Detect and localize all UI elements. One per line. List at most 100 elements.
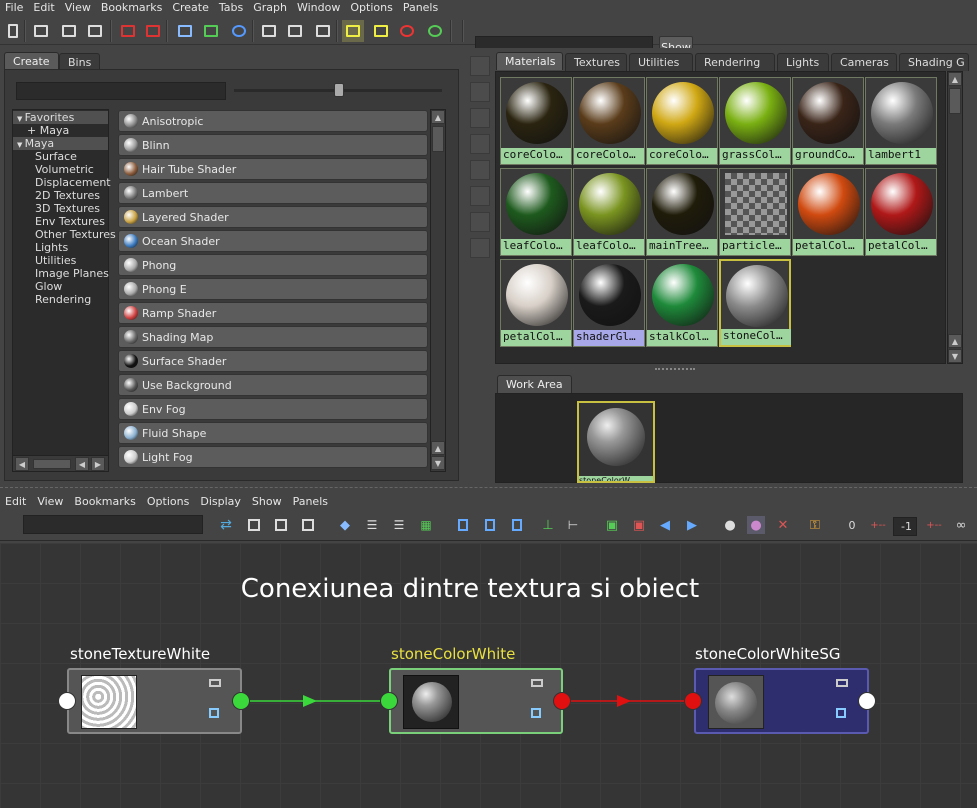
menu-view[interactable]: View (60, 0, 96, 16)
material-swatch[interactable]: stalkCol… (646, 259, 718, 347)
scroll-up-step-icon[interactable]: ▲ (948, 334, 962, 348)
tab-work-area[interactable]: Work Area (497, 375, 572, 393)
sort-icon[interactable] (424, 20, 446, 42)
tree-item[interactable]: ▼ Favorites (13, 111, 108, 124)
infinity-icon[interactable]: ∞ (952, 516, 970, 534)
scroll-thumb[interactable] (432, 126, 444, 152)
scroll-thumb[interactable] (33, 459, 71, 469)
bin-tool-icon[interactable] (470, 82, 490, 102)
input-port[interactable] (684, 692, 702, 710)
menu-bookmarks[interactable]: Bookmarks (96, 0, 167, 16)
expand-icon[interactable]: +‑‑ (925, 516, 943, 534)
material-swatch[interactable]: grassCol… (719, 77, 791, 165)
create-node-button[interactable]: Shading Map (118, 326, 428, 348)
lock-icon[interactable]: ⚿ (806, 516, 824, 534)
scroll-right-icon[interactable]: ▶ (91, 457, 105, 471)
bin-tool-icon[interactable] (470, 212, 490, 232)
graph-input-icon[interactable] (117, 20, 139, 42)
create-node-button[interactable]: Layered Shader (118, 206, 428, 228)
bin-tool-icon[interactable] (470, 134, 490, 154)
menu-file[interactable]: File (0, 0, 28, 16)
create-node-button[interactable]: Use Background (118, 374, 428, 396)
tree-item[interactable]: 3D Textures (13, 202, 108, 215)
clear-graph-icon[interactable]: ◆ (336, 516, 354, 534)
work-area-swatch[interactable]: stoneColorW… (577, 401, 655, 483)
expand-arrow-icon[interactable]: ▼ (17, 115, 25, 123)
toggle-create-bar-icon[interactable] (342, 20, 364, 42)
attr-output-icon[interactable] (531, 679, 543, 687)
menu-window[interactable]: Window (292, 0, 345, 16)
render-swatch-icon[interactable] (396, 20, 418, 42)
bin-tool-icon[interactable] (470, 108, 490, 128)
material-swatch[interactable]: petalCol… (792, 168, 864, 256)
tree-item[interactable]: + Maya (13, 124, 108, 137)
attribute-display-icon[interactable]: ● (747, 516, 765, 534)
scroll-up-icon[interactable]: ▲ (948, 72, 962, 86)
scroll-thumb[interactable] (949, 88, 961, 114)
material-swatch[interactable]: groundCo… (792, 77, 864, 165)
bin-tool-icon[interactable] (470, 238, 490, 258)
tree-item[interactable]: Displacement (13, 176, 111, 189)
tab-create[interactable]: Create (4, 52, 59, 70)
panel-splitter[interactable] (0, 487, 977, 491)
tab-utilities[interactable]: Utilities (629, 53, 693, 71)
menu-options[interactable]: Options (345, 0, 397, 16)
show-top-tabs-icon[interactable] (370, 20, 392, 42)
menu-create[interactable]: Create (167, 0, 214, 16)
layout-full-icon[interactable] (84, 20, 106, 42)
menu-graph[interactable]: Graph (248, 0, 292, 16)
tree-item[interactable]: Env Textures (13, 215, 108, 228)
menu-panels[interactable]: Panels (398, 0, 443, 16)
tree-item[interactable]: Utilities (13, 254, 108, 267)
layout-icon[interactable] (454, 516, 472, 534)
node-shading-group[interactable] (694, 668, 869, 734)
swatch-display-icon[interactable]: ● (721, 516, 739, 534)
tab-lights[interactable]: Lights (777, 53, 829, 71)
menu-tabs[interactable]: Tabs (214, 0, 248, 16)
output-connections-icon[interactable] (312, 20, 334, 42)
tree-item[interactable]: Surface (13, 150, 108, 163)
tree-item[interactable]: Other Textures (13, 228, 116, 241)
output-port[interactable] (858, 692, 876, 710)
attr-output-icon[interactable] (209, 679, 221, 687)
ne-menu-panels[interactable]: Panels (288, 493, 334, 510)
reduce-icon[interactable]: +‑‑ (869, 516, 887, 534)
ne-menu-edit[interactable]: Edit (0, 493, 32, 510)
attr-input-icon[interactable] (531, 708, 541, 718)
node-stone-texture[interactable] (67, 668, 242, 734)
material-swatch[interactable]: particle… (719, 168, 791, 256)
layout-icon[interactable] (481, 516, 499, 534)
output-port[interactable] (553, 692, 571, 710)
create-node-button[interactable]: Ocean Shader (118, 230, 428, 252)
arrow-right-icon[interactable]: ▶ (683, 516, 701, 534)
scroll-down-icon[interactable]: ▼ (431, 456, 445, 470)
ne-menu-view[interactable]: View (32, 493, 69, 510)
layout-bottom-icon[interactable] (58, 20, 80, 42)
tree-item[interactable]: Volumetric (13, 163, 108, 176)
layout-icon[interactable] (508, 516, 526, 534)
zero-value-icon[interactable]: 0 (843, 516, 861, 534)
arrow-left-icon[interactable]: ◀ (656, 516, 674, 534)
create-node-button[interactable]: Fluid Shape (118, 422, 428, 444)
node-stone-color[interactable] (389, 668, 563, 734)
clear-graph-icon[interactable] (174, 20, 196, 42)
tree-item[interactable]: ▼ Maya (13, 137, 108, 150)
material-swatch[interactable]: petalCol… (500, 259, 572, 347)
tree-item[interactable]: Rendering (13, 293, 108, 306)
tab-textures[interactable]: Textures (565, 53, 627, 71)
refresh-graph-icon[interactable]: ⇄ (217, 516, 235, 534)
tree-item[interactable]: Lights (13, 241, 108, 254)
node-list-scrollbar[interactable]: ▲ ▲ ▼ (430, 109, 446, 472)
output-port[interactable] (232, 692, 250, 710)
create-filter-input[interactable] (16, 82, 226, 100)
scroll-up-icon[interactable]: ▲ (431, 110, 445, 124)
material-swatch[interactable]: coreColo… (646, 77, 718, 165)
create-node-button[interactable]: Light Fog (118, 446, 428, 468)
attr-input-icon[interactable] (209, 708, 219, 718)
menu-edit[interactable]: Edit (28, 0, 59, 16)
material-swatch[interactable]: coreColo… (500, 77, 572, 165)
tree-horizontal-scrollbar[interactable]: ◀ ◀ ▶ (13, 455, 108, 471)
level-input[interactable]: -1 (893, 517, 917, 536)
panel-menu-icon[interactable] (2, 20, 24, 42)
scroll-left-icon[interactable]: ◀ (15, 457, 29, 471)
